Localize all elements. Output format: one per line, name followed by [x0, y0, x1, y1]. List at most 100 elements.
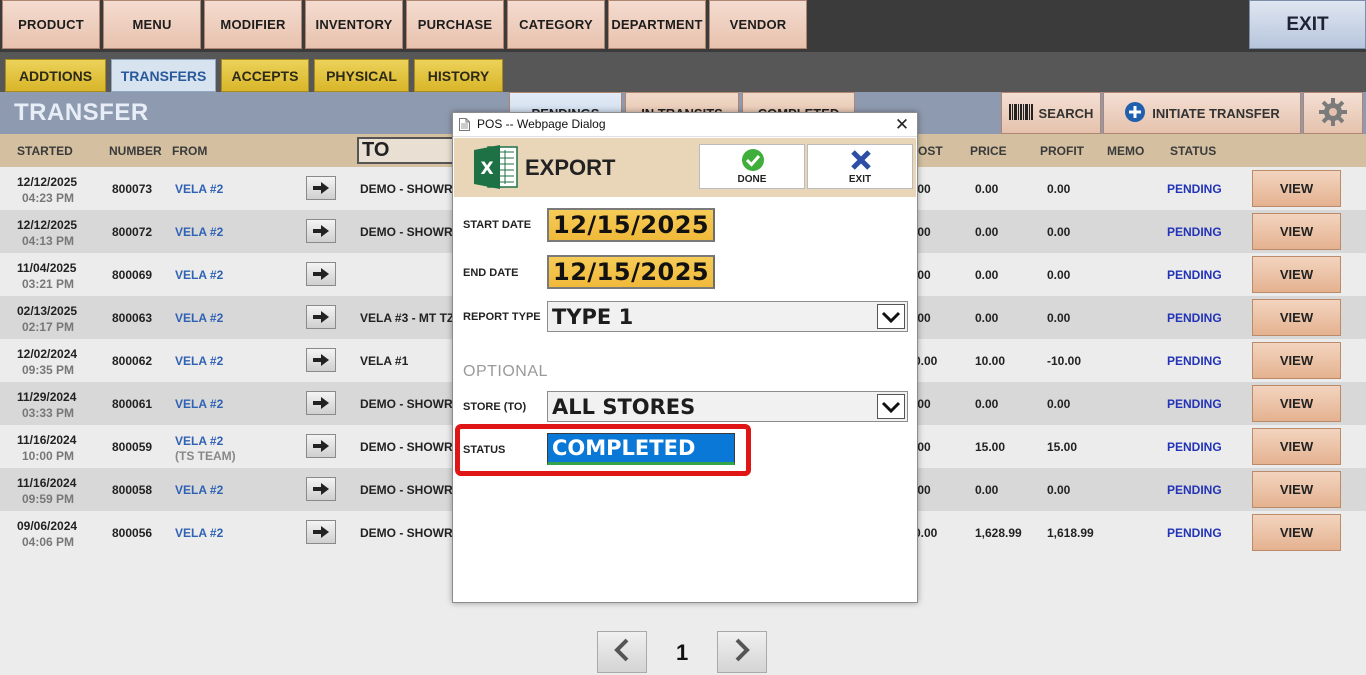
row-number: 800056: [112, 526, 153, 540]
tab-transfers[interactable]: TRANSFERS: [111, 59, 216, 92]
row-from-link[interactable]: VELA #2: [175, 268, 223, 282]
arrow-right-icon: [306, 391, 336, 415]
dialog-heading: EXPORT: [525, 155, 616, 180]
done-button-label: DONE: [737, 174, 767, 185]
row-price: 15.00: [975, 440, 1006, 454]
to-filter-field[interactable]: TO: [357, 137, 467, 164]
top-menu-bar: PRODUCT MENU MODIFIER INVENTORY PURCHASE…: [0, 0, 1366, 52]
view-button[interactable]: VIEW: [1252, 342, 1341, 379]
row-price: 10.00: [975, 354, 1006, 368]
exit-button[interactable]: EXIT: [1249, 0, 1366, 49]
view-button[interactable]: VIEW: [1252, 213, 1341, 250]
checkmark-icon: [741, 148, 765, 177]
row-price: 0.00: [975, 225, 999, 239]
row-status: PENDING: [1167, 311, 1222, 325]
tab-physical[interactable]: PHYSICAL: [314, 59, 409, 92]
col-status: STATUS: [1170, 144, 1217, 158]
report-type-label: REPORT TYPE: [463, 311, 541, 323]
end-date-field[interactable]: 12/15/2025: [547, 255, 715, 289]
view-button[interactable]: VIEW: [1252, 471, 1341, 508]
row-from-link[interactable]: VELA #2: [175, 225, 223, 239]
row-date: 12/02/2024: [17, 347, 78, 361]
next-page-button[interactable]: [717, 631, 767, 673]
row-from-subtext: (TS TEAM): [175, 449, 236, 463]
menu-modifier-button[interactable]: MODIFIER: [204, 0, 302, 49]
menu-menu-button[interactable]: MENU: [103, 0, 201, 49]
row-time: 09:35 PM: [22, 363, 75, 377]
done-button[interactable]: DONE: [699, 144, 805, 189]
page-number: 1: [676, 640, 689, 665]
row-to: VELA #1: [360, 354, 409, 368]
arrow-right-icon: [306, 305, 336, 329]
view-button[interactable]: VIEW: [1252, 170, 1341, 207]
menu-inventory-button[interactable]: INVENTORY: [305, 0, 403, 49]
start-date-label: START DATE: [463, 219, 532, 231]
report-type-value: TYPE 1: [552, 304, 634, 329]
row-from-link[interactable]: VELA #2: [175, 483, 223, 497]
menu-department-button[interactable]: DEPARTMENT: [608, 0, 706, 49]
col-number: NUMBER: [109, 144, 162, 158]
view-button[interactable]: VIEW: [1252, 299, 1341, 336]
menu-product-button[interactable]: PRODUCT: [2, 0, 100, 49]
view-button[interactable]: VIEW: [1252, 385, 1341, 422]
menu-vendor-button[interactable]: VENDOR: [709, 0, 807, 49]
arrow-right-icon: [306, 434, 336, 458]
chevron-down-icon[interactable]: [877, 304, 905, 329]
row-price: 0.00: [975, 268, 999, 282]
row-date: 11/16/2024: [17, 433, 77, 447]
row-time: 03:21 PM: [22, 277, 75, 291]
dialog-header: X EXPORT DONE EXIT: [454, 138, 916, 197]
sub-tab-bar: ADDTIONS TRANSFERS ACCEPTS PHYSICAL HIST…: [0, 52, 1366, 92]
row-status: PENDING: [1167, 440, 1222, 454]
row-number: 800061: [112, 397, 153, 411]
row-status: PENDING: [1167, 483, 1222, 497]
view-button[interactable]: VIEW: [1252, 428, 1341, 465]
tab-accepts[interactable]: ACCEPTS: [221, 59, 309, 92]
settings-button[interactable]: [1303, 92, 1363, 134]
row-profit: -10.00: [1047, 354, 1082, 368]
row-profit: 1,618.99: [1047, 526, 1094, 540]
view-button[interactable]: VIEW: [1252, 514, 1341, 551]
row-price: 0.00: [975, 182, 999, 196]
close-icon[interactable]: ✕: [891, 115, 913, 135]
arrow-right-icon: [306, 262, 336, 286]
store-value: ALL STORES: [552, 394, 696, 419]
row-to: DEMO - SHOWRO: [360, 526, 462, 540]
col-profit: PROFIT: [1040, 144, 1084, 158]
menu-category-button[interactable]: CATEGORY: [507, 0, 605, 49]
row-date: 02/13/2025: [17, 304, 78, 318]
col-from: FROM: [172, 144, 208, 158]
row-from-link[interactable]: VELA #2: [175, 397, 223, 411]
row-profit: 0.00: [1047, 397, 1071, 411]
tab-additions[interactable]: ADDTIONS: [5, 59, 106, 92]
exit-dialog-button[interactable]: EXIT: [807, 144, 913, 189]
store-select[interactable]: ALL STORES: [547, 391, 908, 422]
row-number: 800058: [112, 483, 153, 497]
view-button[interactable]: VIEW: [1252, 256, 1341, 293]
arrow-right-icon: [306, 219, 336, 243]
gear-icon: [1318, 97, 1348, 130]
initiate-transfer-button[interactable]: INITIATE TRANSFER: [1103, 92, 1301, 134]
row-from-link[interactable]: VELA #2: [175, 182, 223, 196]
search-button[interactable]: SEARCH: [1001, 92, 1101, 134]
report-type-select[interactable]: TYPE 1: [547, 301, 908, 332]
row-to: DEMO - SHOWRO: [360, 397, 462, 411]
start-date-field[interactable]: 12/15/2025: [547, 208, 715, 242]
prev-page-button[interactable]: [597, 631, 647, 673]
row-from-link[interactable]: VELA #2: [175, 526, 223, 540]
row-number: 800073: [112, 182, 153, 196]
tab-history[interactable]: HISTORY: [414, 59, 503, 92]
row-number: 800069: [112, 268, 153, 282]
row-date: 12/12/2025: [17, 175, 78, 189]
row-from-link[interactable]: VELA #2: [175, 311, 223, 325]
row-to: VELA #3 - MT TZ: [360, 311, 455, 325]
exit-button-label: EXIT: [848, 174, 872, 185]
row-from-link[interactable]: VELA #2: [175, 434, 223, 448]
chevron-down-icon[interactable]: [877, 394, 905, 419]
row-time: 04:06 PM: [22, 535, 75, 549]
row-time: 04:23 PM: [22, 191, 75, 205]
menu-purchase-button[interactable]: PURCHASE: [406, 0, 504, 49]
row-status: PENDING: [1167, 268, 1222, 282]
row-from-link[interactable]: VELA #2: [175, 354, 223, 368]
cross-icon: [849, 148, 873, 177]
